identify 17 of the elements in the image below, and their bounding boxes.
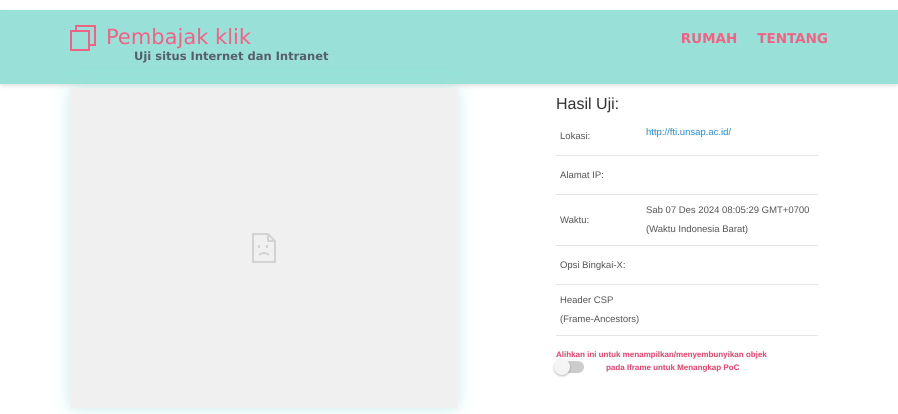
nav-link[interactable]: TENTANG (757, 31, 828, 84)
site-title: Pembajak klik (106, 25, 252, 49)
result-label: Waktu: (560, 214, 590, 228)
toggle-caption: pada Iframe untuk Menangkap PoC (606, 362, 740, 372)
site-subtitle: Uji situs Internet dan Intranet (134, 49, 329, 63)
pages-icon (70, 25, 96, 51)
result-value: Sab 07 Des 2024 08:05:29 GMT+0700 (Waktu Indonesia Barat) (646, 204, 810, 237)
result-label: Opsi Bingkai-X: (560, 258, 626, 272)
toggle-switch[interactable] (556, 361, 584, 373)
result-link[interactable]: http://fti.unsap.ac.id/ (646, 123, 814, 142)
result-label: Header CSP (Frame-Ancestors) (560, 294, 640, 327)
results-heading: Hasil Uji: (556, 96, 620, 114)
broken-page-icon (252, 233, 276, 263)
result-label: Lokasi: (560, 130, 592, 144)
toggle-hint: Alihkan ini untuk menampilkan/menyembunyikan objek (556, 350, 768, 359)
result-label: Alamat IP: (560, 168, 605, 182)
nav-link[interactable]: RUMAH (680, 31, 738, 84)
